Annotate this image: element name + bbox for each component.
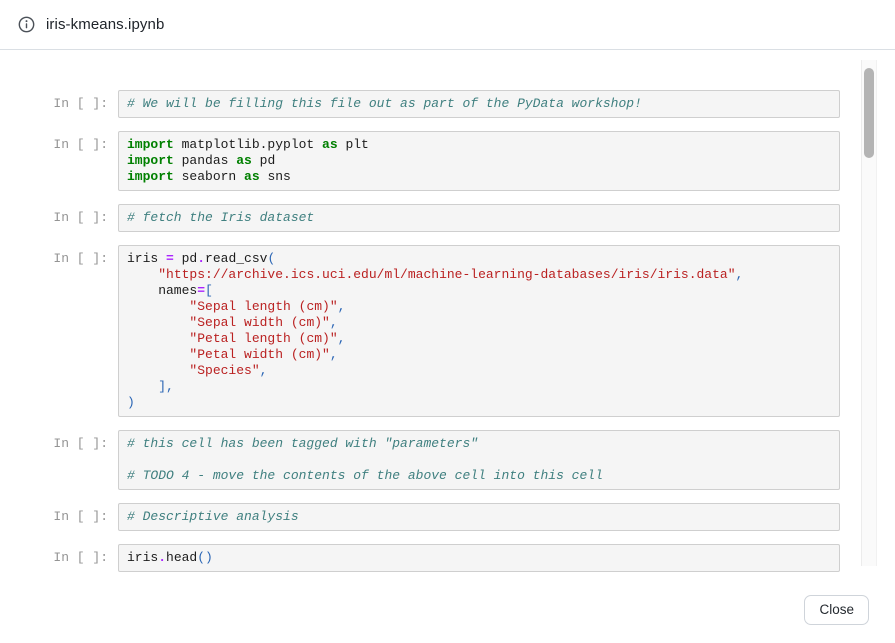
notebook-cell: In [ ]: # We will be filling this file ou… [20, 90, 840, 118]
notebook-cell: In [ ]: import matplotlib.pyplot as pltim… [20, 131, 840, 191]
dialog-title: iris-kmeans.ipynb [46, 16, 164, 33]
cell-prompt: In [ ]: [20, 90, 108, 112]
code-cell: # Descriptive analysis [118, 503, 840, 531]
cell-prompt: In [ ]: [20, 544, 108, 566]
cell-prompt: In [ ]: [20, 430, 108, 452]
code-cell: # this cell has been tagged with "parame… [118, 430, 840, 490]
cell-prompt: In [ ]: [20, 204, 108, 226]
close-button[interactable]: Close [804, 595, 869, 625]
code-cell: iris = pd.read_csv( "https://archive.ics… [118, 245, 840, 417]
code-cell: # fetch the Iris dataset [118, 204, 840, 232]
cell-prompt: In [ ]: [20, 503, 108, 525]
notebook-cell: In [ ]: # fetch the Iris dataset [20, 204, 840, 232]
notebook-scroll-area[interactable]: In [ ]: # We will be filling this file ou… [0, 51, 895, 575]
info-icon [18, 16, 35, 33]
notebook-cell: In [ ]: iris = pd.read_csv( "https://arch… [20, 245, 840, 417]
notebook-cell: In [ ]: # this cell has been tagged with … [20, 430, 840, 490]
code-cell: iris.head() [118, 544, 840, 572]
cell-prompt: In [ ]: [20, 131, 108, 153]
dialog-footer: Close [804, 595, 869, 625]
notebook-cell: In [ ]: # Descriptive analysis [20, 503, 840, 531]
cell-prompt: In [ ]: [20, 245, 108, 267]
dialog-header: iris-kmeans.ipynb [0, 0, 895, 50]
code-cell: # We will be filling this file out as pa… [118, 90, 840, 118]
notebook-cells: In [ ]: # We will be filling this file ou… [0, 51, 895, 572]
notebook-cell: In [ ]: iris.head() [20, 544, 840, 572]
code-cell: import matplotlib.pyplot as pltimport pa… [118, 131, 840, 191]
scrollbar-thumb[interactable] [864, 68, 874, 158]
scrollbar-track[interactable] [861, 60, 877, 566]
